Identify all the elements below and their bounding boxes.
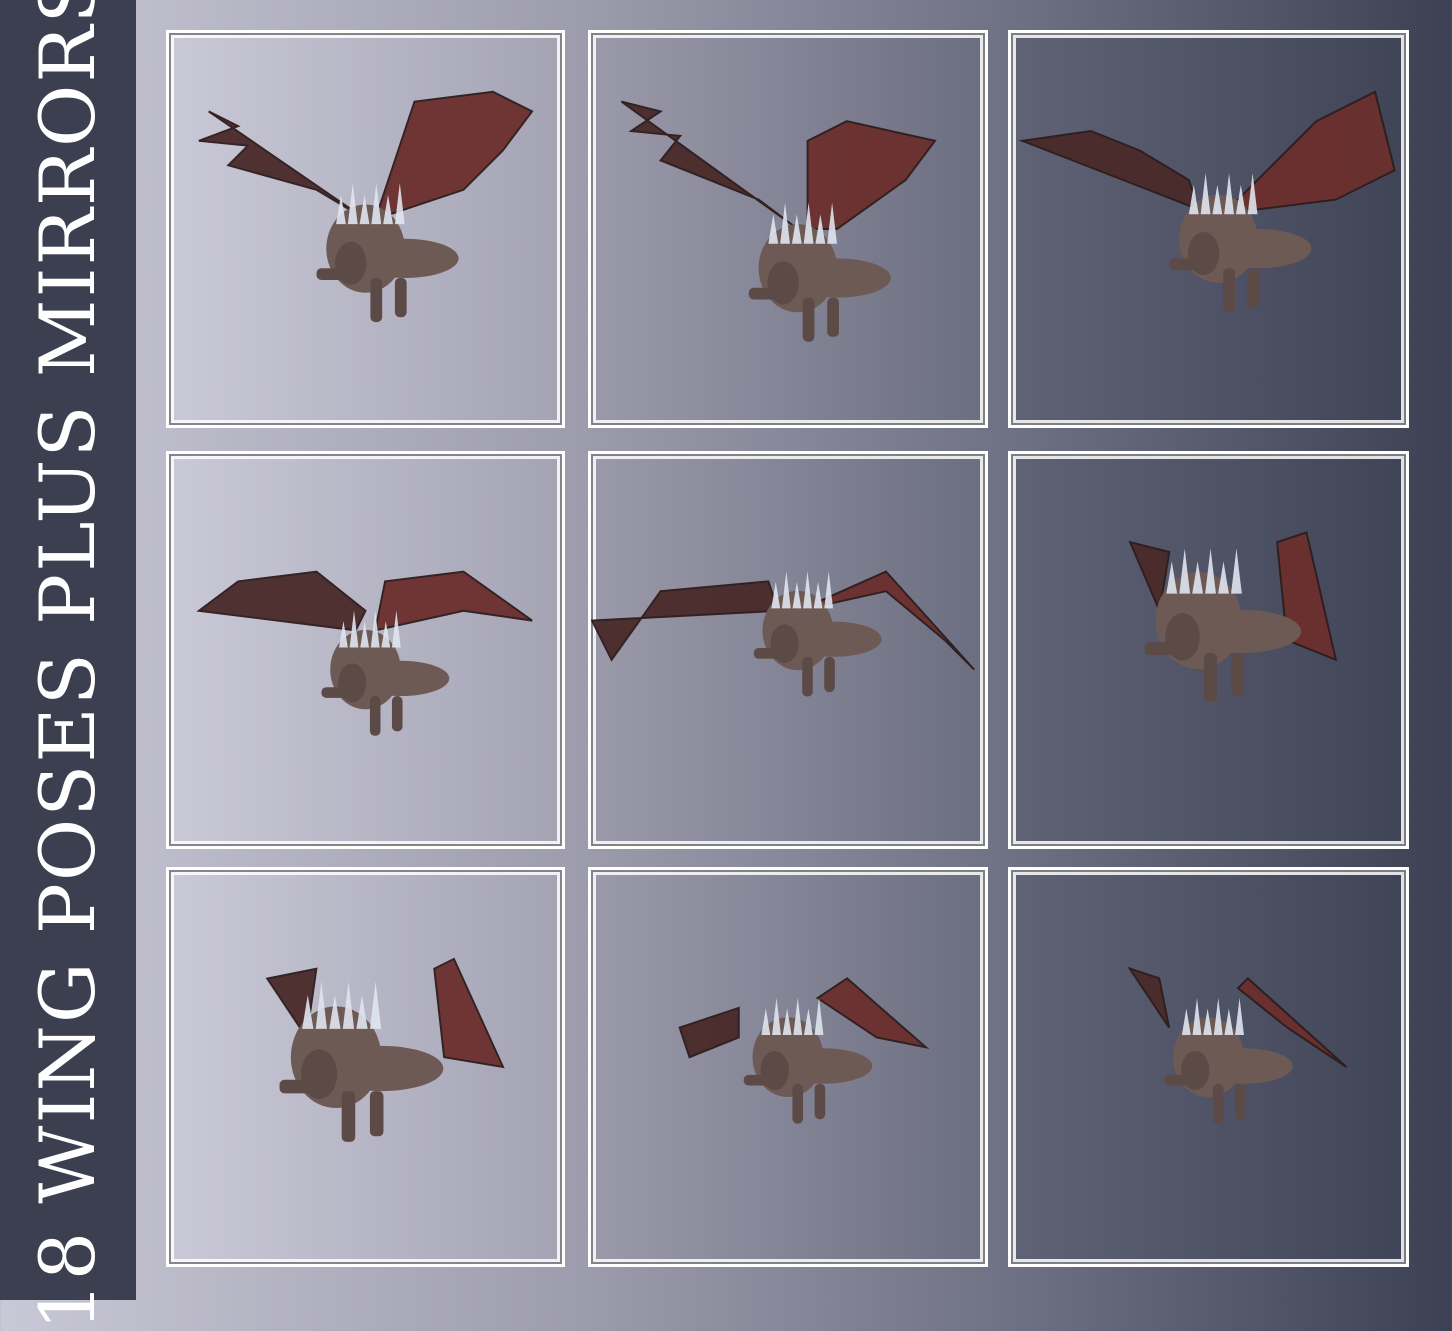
crystal-spike — [1205, 548, 1216, 594]
crystal-spike — [768, 214, 779, 244]
dragon-foreleg — [753, 648, 789, 659]
dragon-leg — [1223, 268, 1235, 313]
crystal-spike — [803, 1008, 813, 1035]
dragon-foreleg — [316, 268, 356, 280]
crystal-spike — [1224, 1008, 1234, 1035]
crystal-spike — [1218, 561, 1229, 594]
dragon-foreleg — [321, 687, 357, 698]
crystal-spike — [1224, 173, 1234, 215]
left-wing — [1018, 129, 1201, 212]
dragon-leg — [824, 656, 835, 693]
dragon-illustration — [196, 570, 533, 736]
dragon-leg — [1204, 652, 1218, 702]
left-wing — [620, 100, 799, 230]
crystal-spike — [1235, 997, 1244, 1035]
dragon-leg — [369, 1091, 384, 1137]
crystal-spike — [1213, 997, 1223, 1035]
crystal-spike — [814, 997, 824, 1035]
crystal-spike — [347, 182, 358, 225]
crystal-spike — [781, 571, 791, 609]
dragon-leg — [391, 696, 403, 732]
dragon-foreleg — [1144, 642, 1188, 656]
pose-thumbnail-7[interactable] — [166, 867, 565, 1267]
dragon-illustration — [198, 90, 534, 323]
crystal-spike — [342, 981, 355, 1029]
right-wing — [374, 570, 533, 632]
pose-thumbnail-3[interactable] — [1008, 30, 1409, 428]
crystal-spike — [1192, 997, 1202, 1035]
dragon-leg — [341, 1091, 356, 1142]
dragon-leg — [1247, 268, 1260, 308]
crystal-spike — [1181, 1008, 1191, 1035]
dragon-foreleg — [748, 287, 788, 300]
pose-thumbnail-8[interactable] — [588, 867, 988, 1267]
crystal-spike — [761, 1008, 771, 1035]
dragon-foreleg — [279, 1079, 325, 1094]
pose-grid — [0, 0, 1452, 1300]
dragon-leg — [827, 297, 839, 337]
crystal-spike — [772, 997, 781, 1035]
dragon-leg — [1212, 1083, 1224, 1124]
crystal-spike — [813, 581, 823, 609]
dragon-illustration — [1127, 966, 1348, 1124]
dragon-illustration — [1128, 531, 1338, 702]
pose-thumbnail-1[interactable] — [166, 30, 565, 428]
crystal-spike — [1179, 548, 1191, 594]
left-wing — [591, 580, 780, 662]
dragon-leg — [802, 297, 815, 342]
dragon-illustration — [678, 977, 930, 1124]
crystal-spike — [369, 981, 382, 1029]
dragon-foreleg — [743, 1074, 780, 1086]
dragon-leg — [370, 278, 383, 323]
pose-thumbnail-4[interactable] — [166, 451, 565, 849]
pose-thumbnail-9[interactable] — [1008, 867, 1409, 1267]
right-wing — [433, 957, 505, 1069]
left-wing — [196, 570, 367, 632]
dragon-illustration — [265, 957, 505, 1142]
crystal-spike — [803, 571, 812, 609]
crystal-spike — [824, 571, 834, 609]
dragon-leg — [1231, 652, 1244, 697]
pose-thumbnail-5[interactable] — [588, 451, 988, 849]
dragon-leg — [394, 278, 407, 318]
crystal-spike — [1231, 548, 1242, 594]
dragon-leg — [802, 656, 813, 697]
dragon-leg — [369, 696, 381, 736]
dragon-illustration — [620, 100, 937, 342]
left-wing — [1127, 966, 1171, 1029]
crystal-spike — [1166, 561, 1178, 594]
crystal-spike — [793, 997, 803, 1035]
right-wing — [806, 120, 937, 230]
dragon-foreleg — [1164, 1074, 1200, 1086]
dragon-leg — [814, 1083, 826, 1120]
left-wing — [678, 1006, 740, 1059]
dragon-leg — [1235, 1083, 1246, 1120]
right-wing — [815, 977, 930, 1049]
crystal-spike — [1200, 173, 1211, 215]
pose-thumbnail-6[interactable] — [1008, 451, 1409, 849]
pose-thumbnail-2[interactable] — [588, 30, 988, 428]
crystal-spike — [356, 995, 368, 1029]
dragon-leg — [792, 1083, 804, 1124]
dragon-illustration — [1018, 90, 1396, 313]
dragon-illustration — [591, 570, 975, 697]
crystal-spike — [315, 981, 327, 1029]
dragon-foreleg — [1169, 258, 1209, 271]
